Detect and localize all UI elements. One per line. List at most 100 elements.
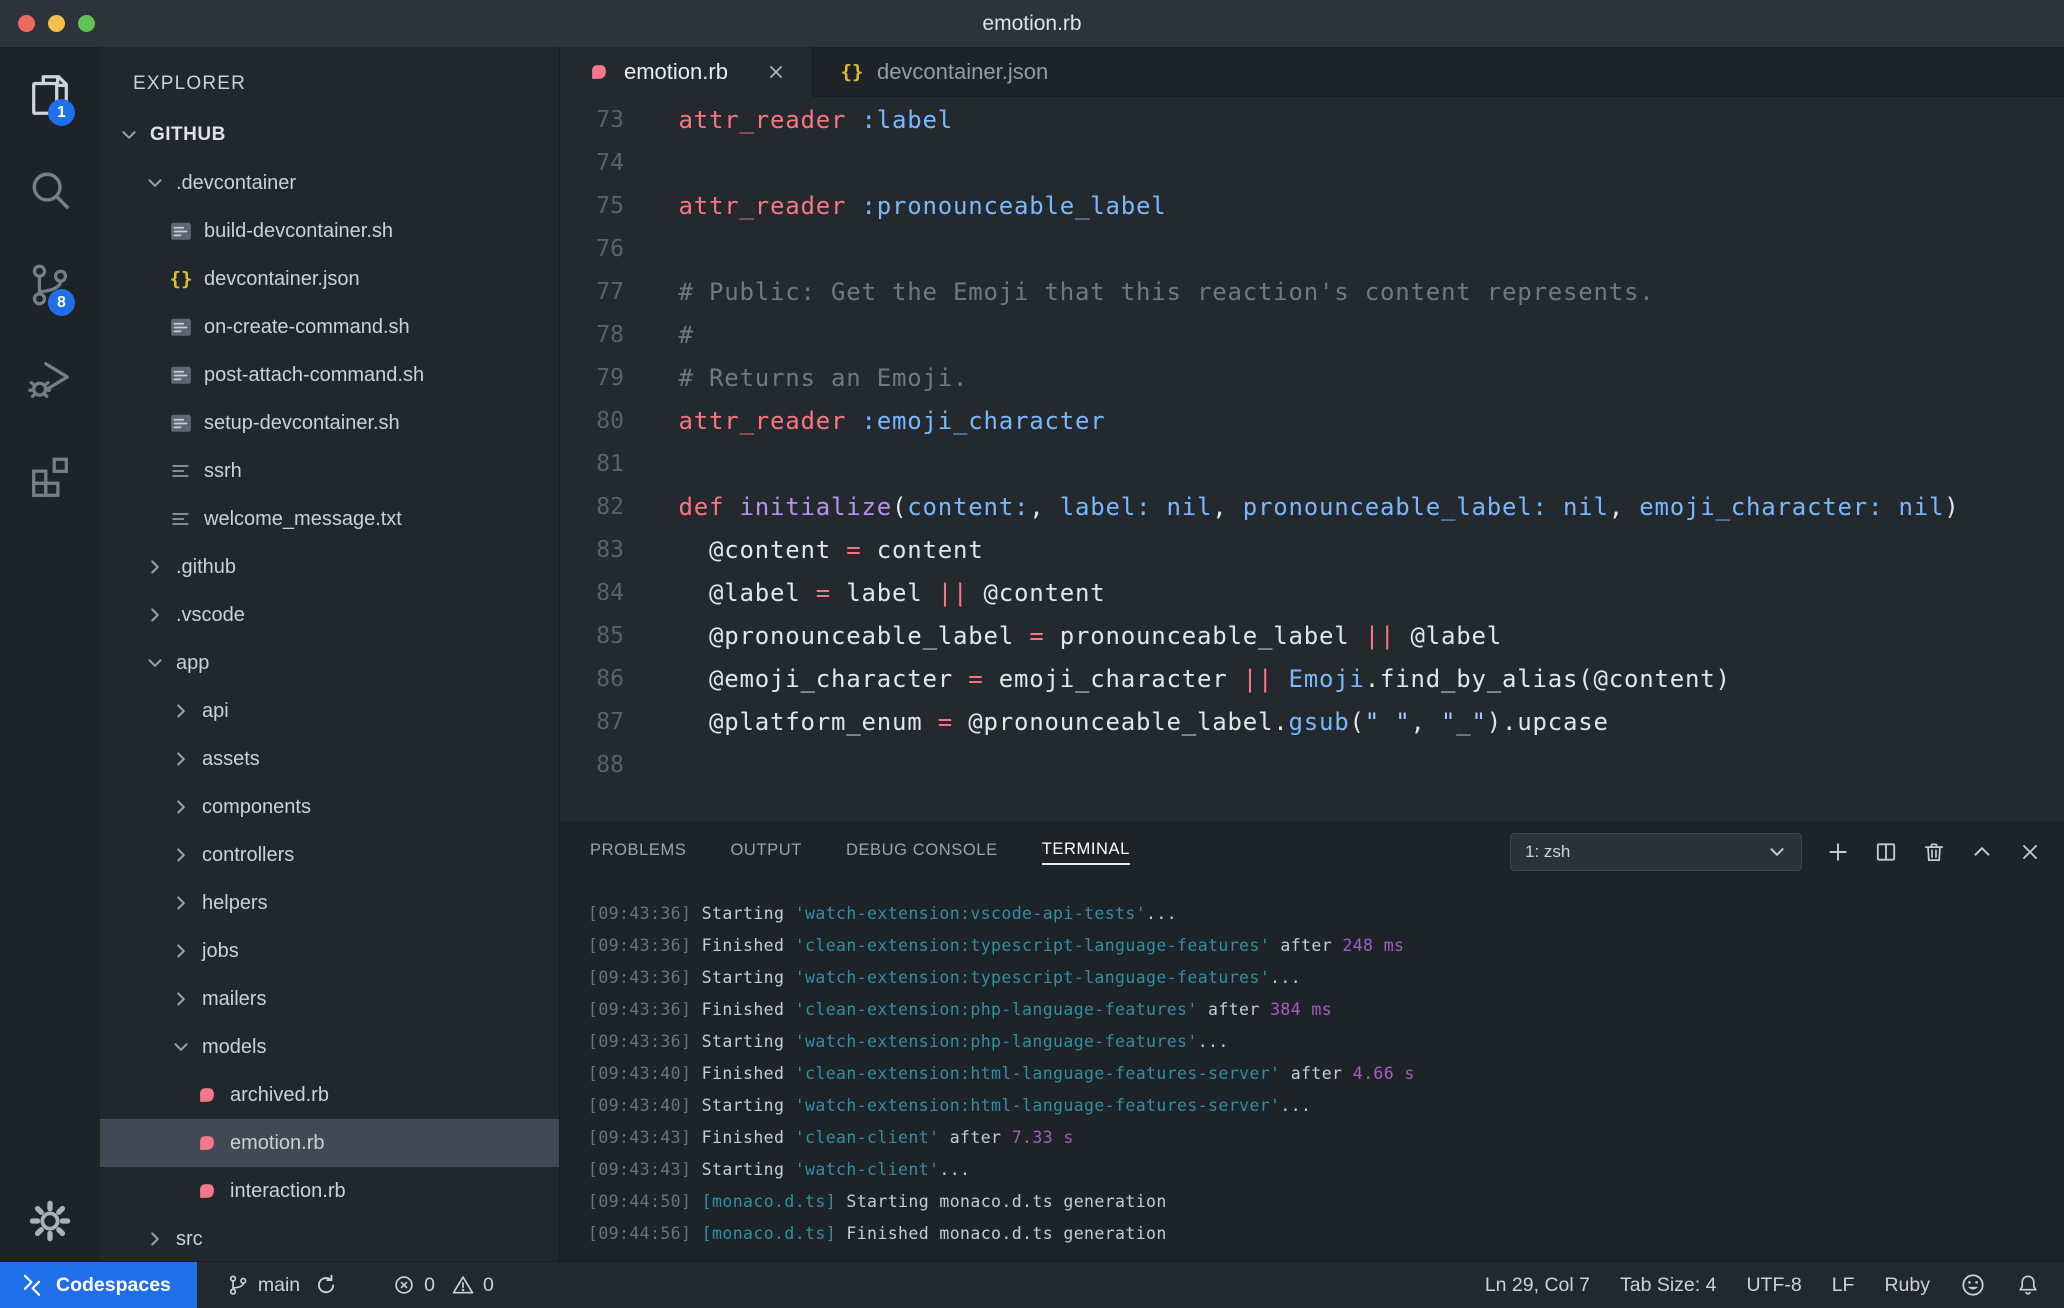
tree-file-setup-devcontainer.sh[interactable]: setup-devcontainer.sh bbox=[100, 399, 559, 447]
tree-item-label: jobs bbox=[202, 939, 239, 962]
code-line[interactable]: 78 # bbox=[560, 313, 2064, 356]
activity-run-debug-icon[interactable] bbox=[0, 332, 100, 427]
chevron-down-icon bbox=[168, 1037, 194, 1057]
panel-tab-terminal[interactable]: TERMINAL bbox=[1041, 840, 1130, 865]
terminal-line: [09:43:36] Finished 'clean-extension:typ… bbox=[588, 935, 1405, 955]
feedback-smiley-icon[interactable] bbox=[1960, 1272, 1986, 1298]
terminal-output[interactable]: [09:43:36] Starting 'watch-extension:vsc… bbox=[560, 881, 2064, 1261]
split-terminal-button[interactable] bbox=[1874, 840, 1898, 864]
status-encoding[interactable]: UTF-8 bbox=[1746, 1274, 1801, 1297]
code-line[interactable]: 81 bbox=[560, 442, 2064, 485]
tree-folder-controllers[interactable]: controllers bbox=[100, 831, 559, 879]
shell-file-icon bbox=[168, 316, 194, 338]
chevron-down-icon bbox=[142, 653, 168, 673]
tree-folder-.vscode[interactable]: .vscode bbox=[100, 591, 559, 639]
tree-folder-GITHUB[interactable]: GITHUB bbox=[100, 111, 559, 159]
code-editor[interactable]: 73 attr_reader :label 74 75 attr_reader :p… bbox=[560, 97, 2064, 822]
code-line[interactable]: 88 bbox=[560, 743, 2064, 786]
code-line[interactable]: 83 @content = content bbox=[560, 528, 2064, 571]
new-terminal-button[interactable] bbox=[1826, 840, 1850, 864]
tree-folder-src[interactable]: src bbox=[100, 1215, 559, 1261]
tree-file-archived.rb[interactable]: archived.rb bbox=[100, 1071, 559, 1119]
tree-folder-mailers[interactable]: mailers bbox=[100, 975, 559, 1023]
settings-gear-icon[interactable] bbox=[0, 1181, 100, 1261]
code-line[interactable]: 80 attr_reader :emoji_character bbox=[560, 399, 2064, 442]
tree-file-ssrh[interactable]: ssrh bbox=[100, 447, 559, 495]
code-line[interactable]: 87 @platform_enum = @pronounceable_label… bbox=[560, 700, 2064, 743]
text-file-icon bbox=[168, 460, 194, 482]
code-line[interactable]: 73 attr_reader :label bbox=[560, 98, 2064, 141]
tree-folder-app[interactable]: app bbox=[100, 639, 559, 687]
activity-extensions-icon[interactable] bbox=[0, 427, 100, 522]
close-tab-icon[interactable] bbox=[766, 62, 786, 82]
tree-folder-models[interactable]: models bbox=[100, 1023, 559, 1071]
code-text: @label = label || @content bbox=[648, 578, 1106, 607]
editor-tab-devcontainer.json[interactable]: {} devcontainer.json bbox=[813, 47, 1076, 96]
close-window-button[interactable] bbox=[18, 15, 35, 32]
tree-file-emotion.rb[interactable]: emotion.rb bbox=[100, 1119, 559, 1167]
code-text: @emoji_character = emoji_character || Em… bbox=[648, 664, 1731, 693]
branch-name: main bbox=[257, 1273, 301, 1296]
tree-file-devcontainer.json[interactable]: {} devcontainer.json bbox=[100, 255, 559, 303]
code-line[interactable]: 74 bbox=[560, 141, 2064, 184]
code-line[interactable]: 82 def initialize(content:, label: nil, … bbox=[560, 485, 2064, 528]
zoom-window-button[interactable] bbox=[78, 15, 95, 32]
status-tab-size[interactable]: Tab Size: 4 bbox=[1620, 1274, 1716, 1297]
line-number: 80 bbox=[596, 407, 624, 434]
tree-item-label: ssrh bbox=[204, 459, 242, 482]
line-number: 86 bbox=[596, 665, 624, 692]
panel-tab-problems[interactable]: PROBLEMS bbox=[590, 841, 687, 864]
tree-item-label: app bbox=[176, 651, 210, 674]
tree-item-label: emotion.rb bbox=[230, 1131, 325, 1154]
code-line[interactable]: 85 @pronounceable_label = pronounceable_… bbox=[560, 614, 2064, 657]
code-line[interactable]: 75 attr_reader :pronounceable_label bbox=[560, 184, 2064, 227]
tree-folder-helpers[interactable]: helpers bbox=[100, 879, 559, 927]
branch-indicator[interactable]: main bbox=[227, 1274, 337, 1297]
tree-folder-jobs[interactable]: jobs bbox=[100, 927, 559, 975]
code-line[interactable]: 79 # Returns an Emoji. bbox=[560, 356, 2064, 399]
line-number: 79 bbox=[596, 364, 624, 391]
editor-tab-emotion.rb[interactable]: emotion.rb bbox=[560, 47, 813, 97]
tree-folder-.devcontainer[interactable]: .devcontainer bbox=[100, 159, 559, 207]
problems-indicator[interactable]: 0 0 bbox=[393, 1274, 494, 1297]
tree-file-welcome_message.txt[interactable]: welcome_message.txt bbox=[100, 495, 559, 543]
tree-file-on-create-command.sh[interactable]: on-create-command.sh bbox=[100, 303, 559, 351]
ruby-file-icon bbox=[194, 1132, 220, 1154]
terminal-line: [09:43:36] Starting 'watch-extension:php… bbox=[588, 1031, 1229, 1051]
status-language[interactable]: Ruby bbox=[1884, 1274, 1930, 1297]
activity-explorer-icon[interactable]: 1 bbox=[0, 47, 100, 142]
activity-source-control-icon[interactable]: 8 bbox=[0, 237, 100, 332]
tree-file-build-devcontainer.sh[interactable]: build-devcontainer.sh bbox=[100, 207, 559, 255]
tree-item-label: welcome_message.txt bbox=[204, 507, 402, 530]
panel-header: PROBLEMS OUTPUT DEBUG CONSOLE TERMINAL 1: z… bbox=[560, 823, 2064, 881]
tree-folder-api[interactable]: api bbox=[100, 687, 559, 735]
codespaces-label: Codespaces bbox=[56, 1273, 171, 1296]
panel-tab-output[interactable]: OUTPUT bbox=[731, 841, 802, 864]
status-eol[interactable]: LF bbox=[1832, 1274, 1855, 1297]
code-line[interactable]: 76 bbox=[560, 227, 2064, 270]
status-line-col[interactable]: Ln 29, Col 7 bbox=[1485, 1274, 1590, 1297]
line-number: 85 bbox=[596, 622, 624, 649]
terminal-line: [09:43:36] Finished 'clean-extension:php… bbox=[588, 999, 1333, 1019]
tree-folder-assets[interactable]: assets bbox=[100, 735, 559, 783]
tree-file-post-attach-command.sh[interactable]: post-attach-command.sh bbox=[100, 351, 559, 399]
code-line[interactable]: 77 # Public: Get the Emoji that this rea… bbox=[560, 270, 2064, 313]
activity-search-icon[interactable] bbox=[0, 142, 100, 237]
minimize-window-button[interactable] bbox=[48, 15, 65, 32]
terminal-selector-dropdown[interactable]: 1: zsh bbox=[1510, 833, 1802, 871]
errors-count: 0 bbox=[424, 1273, 436, 1296]
kill-terminal-button[interactable] bbox=[1922, 840, 1946, 864]
text-file-icon bbox=[168, 508, 194, 530]
maximize-panel-button[interactable] bbox=[1970, 840, 1994, 864]
codespaces-remote-button[interactable]: Codespaces bbox=[0, 1262, 197, 1308]
panel-tab-debug-console[interactable]: DEBUG CONSOLE bbox=[846, 841, 998, 864]
tree-file-interaction.rb[interactable]: interaction.rb bbox=[100, 1167, 559, 1215]
code-line[interactable]: 86 @emoji_character = emoji_character ||… bbox=[560, 657, 2064, 700]
line-number: 84 bbox=[596, 579, 624, 606]
tree-folder-.github[interactable]: .github bbox=[100, 543, 559, 591]
tree-folder-components[interactable]: components bbox=[100, 783, 559, 831]
chevron-right-icon bbox=[168, 797, 194, 817]
close-panel-button[interactable] bbox=[2018, 840, 2042, 864]
code-line[interactable]: 84 @label = label || @content bbox=[560, 571, 2064, 614]
notifications-bell-icon[interactable] bbox=[2016, 1273, 2040, 1297]
